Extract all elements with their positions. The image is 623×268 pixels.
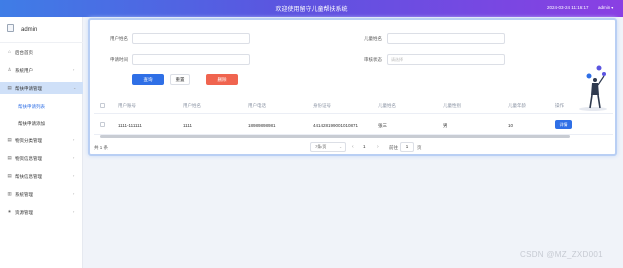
select-all-checkbox[interactable]	[100, 103, 105, 108]
sidebar-item-assistance-info[interactable]: ▤ 帮扶信息管理 ›	[0, 170, 83, 182]
column-header: 身份证号	[313, 103, 331, 108]
sidebar-item-label: 系统管理	[15, 191, 33, 197]
doc-icon: ▤	[7, 85, 12, 90]
column-header: 操作	[555, 103, 564, 108]
sidebar-item-label: 后台首页	[15, 49, 33, 55]
field-label-apply-time: 申请时间	[110, 57, 128, 62]
sidebar-item-system-management[interactable]: ▥ 系统管理 ›	[0, 188, 83, 200]
detail-button[interactable]: 详情	[555, 120, 572, 129]
user-icon: ♙	[7, 67, 12, 72]
chevron-right-icon: ›	[73, 155, 75, 160]
chevron-down-icon: ⌄	[73, 85, 77, 90]
sidebar-subitem-label: 帮扶申请列表	[18, 103, 45, 109]
profile-username: admin	[21, 27, 38, 33]
top-header-bar: 欢迎使用留守儿童帮扶系统 2024-03-24 11:16:17 admin▾	[0, 0, 623, 17]
cell-id-number: 441428199001010871	[313, 122, 359, 128]
chevron-right-icon: ›	[73, 209, 75, 214]
sidebar-item-home[interactable]: ⌂ 后台首页	[0, 46, 83, 58]
user-menu[interactable]: admin▾	[598, 5, 613, 10]
settings-icon: ▥	[7, 191, 12, 196]
sidebar-item-material-info[interactable]: ▤ 物资信息管理 ›	[0, 152, 83, 164]
chevron-right-icon: ›	[73, 191, 75, 196]
doc-icon: ▤	[7, 155, 12, 160]
field-label-child-name: 儿童姓名	[364, 36, 382, 41]
sidebar-item-resource-management[interactable]: ✷ 资源管理 ›	[0, 206, 83, 218]
horizontal-scrollbar[interactable]	[100, 135, 570, 138]
cell-user-name: 1111	[183, 122, 193, 128]
chevron-down-icon: ⌄	[339, 145, 342, 149]
doc-icon: ▤	[7, 137, 12, 142]
page-title: 欢迎使用留守儿童帮扶系统	[275, 7, 348, 13]
column-header: 儿童年龄	[508, 103, 526, 108]
chevron-down-icon: ▾	[611, 5, 614, 10]
page-size-label: 7条/页	[315, 144, 327, 149]
delete-button[interactable]: 删除	[206, 74, 238, 85]
goto-page-input[interactable]: 1	[400, 142, 414, 152]
sidebar: admin ⌂ 后台首页 ♙ 系统用户 › ▤ 帮扶申请管理 ⌄ 帮扶申请列表 …	[0, 17, 83, 268]
column-header: 儿童性别	[443, 103, 461, 108]
next-page-icon[interactable]: ›	[377, 144, 379, 150]
sidebar-item-system-users[interactable]: ♙ 系统用户 ›	[0, 64, 83, 76]
goto-label: 前往	[389, 145, 398, 150]
column-header: 用户电话	[248, 103, 266, 108]
sidebar-item-material-category[interactable]: ▤ 物资分类管理 ›	[0, 134, 83, 146]
cell-child-name: 张三	[378, 122, 387, 128]
child-name-input[interactable]	[387, 33, 505, 44]
sidebar-subitem-label: 帮扶申请添加	[18, 120, 45, 126]
sidebar-subitem-application-add[interactable]: 帮扶申请添加	[0, 117, 83, 129]
table-row: 1111-111111 1111 18989898981 44142819900…	[94, 115, 613, 135]
page-suffix: 页	[417, 145, 422, 150]
sidebar-item-label: 物资分类管理	[15, 137, 42, 143]
sidebar-item-label: 系统用户	[15, 67, 33, 73]
watermark: CSDN @MZ_ZXD001	[520, 250, 603, 259]
row-checkbox[interactable]	[100, 122, 105, 127]
cell-phone: 18989898981	[248, 122, 276, 128]
field-label-user-name: 用户姓名	[110, 36, 128, 41]
gear-icon: ✷	[7, 209, 12, 214]
apply-time-input[interactable]	[132, 54, 250, 65]
sidebar-item-label: 帮扶申请管理	[15, 85, 42, 91]
chevron-right-icon: ›	[73, 67, 75, 72]
sidebar-item-label: 资源管理	[15, 209, 33, 215]
cell-child-age: 10	[508, 122, 514, 128]
doc-icon: ▤	[7, 173, 12, 178]
chevron-right-icon: ›	[73, 173, 75, 178]
home-icon: ⌂	[8, 49, 11, 54]
page-size-select[interactable]: 7条/页 ⌄	[310, 142, 346, 152]
sidebar-item-label: 物资信息管理	[15, 155, 42, 161]
user-menu-label: admin	[598, 5, 611, 10]
current-page[interactable]: 1	[363, 144, 366, 149]
search-button[interactable]: 查询	[132, 74, 164, 85]
sidebar-subitem-application-list[interactable]: 帮扶申请列表	[0, 100, 83, 112]
user-name-input[interactable]	[132, 33, 250, 44]
field-label-audit-status: 审核状态	[364, 57, 382, 62]
reset-button[interactable]: 重置	[170, 74, 190, 85]
avatar-image-icon	[7, 24, 14, 32]
datetime-display: 2024-03-24 11:16:17	[547, 5, 589, 10]
cell-account: 1111-111111	[118, 122, 142, 128]
sidebar-item-label: 帮扶信息管理	[15, 173, 42, 179]
prev-page-icon[interactable]: ‹	[352, 144, 354, 150]
cell-child-gender: 男	[443, 122, 448, 128]
column-header: 用户姓名	[183, 103, 201, 108]
user-profile: admin	[0, 17, 83, 43]
pager-total: 共 1 条	[94, 145, 109, 150]
sidebar-item-application-management[interactable]: ▤ 帮扶申请管理 ⌄	[0, 82, 83, 94]
audit-status-select[interactable]: 请选择	[387, 54, 505, 65]
main-content-card: 用户姓名 儿童姓名 申请时间 审核状态 请选择 查询 重置 删除 用户账号 用户…	[88, 18, 617, 156]
column-header: 用户账号	[118, 103, 136, 108]
column-header: 儿童姓名	[378, 103, 396, 108]
chevron-right-icon: ›	[73, 137, 75, 142]
table-header: 用户账号 用户姓名 用户电话 身份证号 儿童姓名 儿童性别 儿童年龄 操作	[94, 97, 613, 114]
